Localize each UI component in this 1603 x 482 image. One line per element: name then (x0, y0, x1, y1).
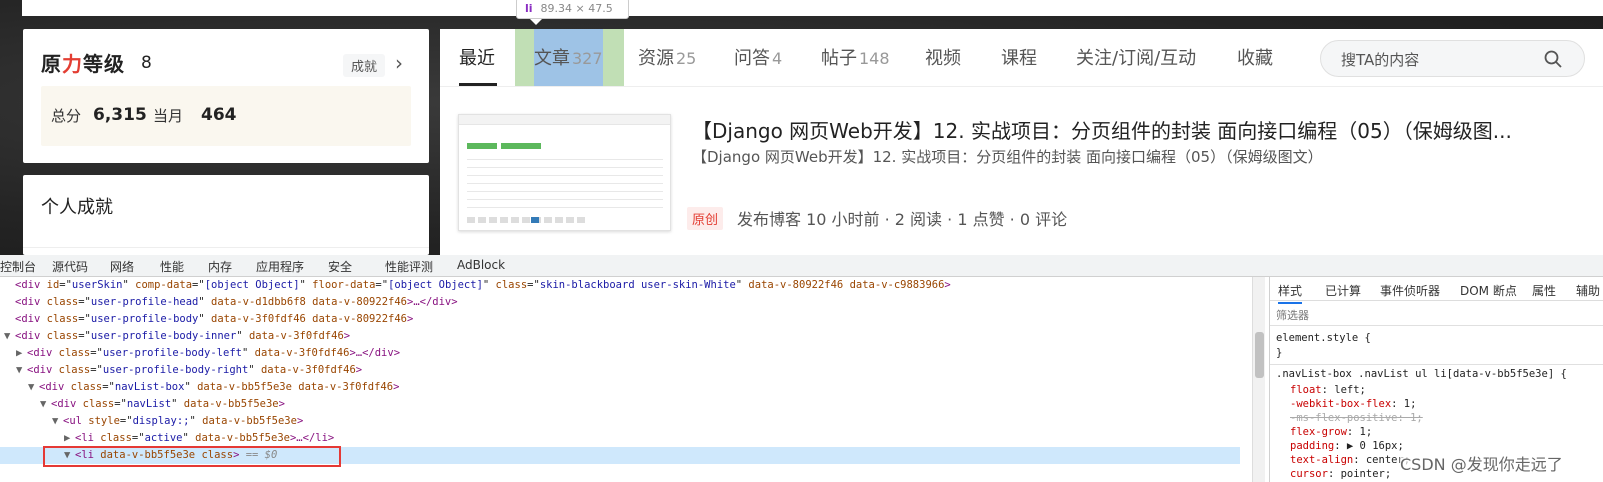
tab-properties[interactable]: 属性 (1532, 282, 1556, 299)
tab-memory[interactable]: 内存 (208, 258, 232, 275)
styles-tabs: 样式 已计算 事件侦听器 DOM 断点 属性 辅助 (1270, 277, 1603, 304)
tab-event-listeners[interactable]: 事件侦听器 (1380, 282, 1440, 299)
tooltip-tag: li (525, 2, 533, 15)
dom-node[interactable]: ▼ <div class="user-profile-body-inner" da… (0, 328, 1240, 345)
level-title: 原力等级 (41, 48, 125, 77)
active-tab-underline (459, 83, 497, 86)
tab-resources[interactable]: 资源 25 (638, 44, 696, 72)
score-box: 总分 6,315 当月 464 (41, 86, 411, 146)
tab-sources[interactable]: 源代码 (52, 258, 88, 275)
level-title-suffix: 等级 (83, 52, 125, 76)
top-bar (22, 0, 1603, 16)
collapse-triangle-icon[interactable]: ▼ (28, 379, 39, 396)
dom-node[interactable]: ▼ <div class="user-profile-body-right" da… (0, 362, 1240, 379)
tab-articles[interactable]: 文章 327 (534, 44, 603, 72)
level-number: 8 (141, 53, 152, 73)
chevron-right-icon[interactable]: › (395, 51, 403, 75)
tooltip-arrow (530, 19, 542, 25)
article-title[interactable]: 【Django 网页Web开发】12. 实战项目：分页组件的封装 面向接口编程（… (692, 115, 1597, 144)
level-title-prefix: 原 (41, 52, 62, 76)
tab-adblock[interactable]: AdBlock (457, 258, 505, 272)
css-property[interactable]: padding: ▶ 0 16px; (1290, 440, 1404, 452)
original-badge: 原创 (687, 207, 724, 230)
month-label: 当月 (153, 107, 184, 125)
tab-performance[interactable]: 性能 (160, 258, 184, 275)
collapse-triangle-icon[interactable]: ▼ (40, 396, 51, 413)
article-thumbnail[interactable] (458, 114, 671, 231)
month-value: 464 (201, 105, 237, 125)
article-subtitle: 【Django 网页Web开发】12. 实战项目：分页组件的封装 面向接口编程（… (692, 148, 1323, 166)
expand-triangle-icon[interactable]: ▶ (16, 345, 27, 362)
tab-console[interactable]: 控制台 (0, 258, 36, 275)
devtools-panel: 控制台 源代码 网络 性能 内存 应用程序 安全 性能评测 AdBlock <d… (0, 255, 1603, 482)
dom-node[interactable]: <div class="user-profile-body" data-v-3f… (0, 311, 1240, 328)
profile-content: 最近 文章 327 资源 25 问答 4 帖子 148 视频 课程 关注/订阅/互动 收… (440, 29, 1603, 255)
dom-node[interactable]: <div class="user-profile-head" data-v-d1… (0, 294, 1240, 311)
collapse-triangle-icon[interactable]: ▼ (52, 413, 63, 430)
tab-dom-breakpoints[interactable]: DOM 断点 (1460, 282, 1517, 299)
tab-accessibility[interactable]: 辅助 (1576, 282, 1600, 299)
dom-node[interactable]: <div id="userSkin" comp-data="[object Ob… (0, 277, 1240, 294)
tab-posts[interactable]: 帖子 148 (821, 44, 890, 72)
tab-application[interactable]: 应用程序 (256, 258, 304, 275)
tab-network[interactable]: 网络 (110, 258, 134, 275)
search-placeholder: 搜TA的内容 (1341, 51, 1420, 69)
element-style-rule[interactable]: element.style { (1276, 332, 1371, 344)
scrollbar-thumb[interactable] (1255, 332, 1264, 378)
tab-courses[interactable]: 课程 (1001, 44, 1037, 72)
tab-security[interactable]: 安全 (328, 258, 352, 275)
article-meta: 发布博客 10 小时前 · 2 阅读 · 1 点赞 · 0 评论 (737, 210, 1068, 229)
dom-node[interactable]: ▼ <div class="navList-box" data-v-bb5f5e3… (0, 379, 1240, 396)
divider (23, 247, 429, 248)
watermark: CSDN @发现你走远了 (1400, 451, 1563, 475)
total-label: 总分 (51, 107, 82, 125)
level-title-red: 力 (62, 52, 83, 76)
tab-styles[interactable]: 样式 (1278, 282, 1303, 304)
collapse-triangle-icon[interactable]: ▼ (16, 362, 27, 379)
tab-favorites[interactable]: 收藏 (1237, 44, 1273, 72)
css-property[interactable]: -webkit-box-flex: 1; (1290, 398, 1416, 410)
inspect-tooltip: li 89.34 × 47.5 (516, 0, 629, 19)
achievement-title: 个人成就 (41, 197, 113, 218)
tab-computed[interactable]: 已计算 (1325, 282, 1361, 299)
dom-node[interactable]: ▶ <div class="user-profile-body-left" dat… (0, 345, 1240, 362)
expand-triangle-icon[interactable]: ▶ (64, 430, 75, 447)
element-style-close: } (1276, 347, 1283, 359)
search-input[interactable]: 搜TA的内容 (1320, 40, 1585, 77)
tab-lighthouse[interactable]: 性能评测 (385, 258, 433, 275)
css-selector[interactable]: .navList-box .navList ul li[data-v-bb5f5… (1276, 368, 1567, 380)
tab-recent[interactable]: 最近 (459, 44, 495, 72)
search-icon[interactable] (1543, 49, 1563, 69)
tab-videos[interactable]: 视频 (925, 44, 961, 72)
tab-qa[interactable]: 问答 4 (734, 44, 782, 72)
css-property[interactable]: -ms-flex-positive: 1; (1290, 412, 1423, 424)
selected-node-outline (43, 446, 341, 467)
achievement-card: 个人成就 (23, 175, 429, 255)
level-card: 原力等级 8 成就 › 总分 6,315 当月 464 (23, 29, 429, 163)
tab-follow[interactable]: 关注/订阅/互动 (1076, 44, 1196, 72)
devtools-tabs: 控制台 源代码 网络 性能 内存 应用程序 安全 性能评测 AdBlock (0, 255, 1603, 277)
css-property[interactable]: text-align: center; (1290, 454, 1410, 466)
achievement-button[interactable]: 成就 (343, 54, 386, 77)
dom-node[interactable]: ▶ <li class="active" data-v-bb5f5e3e>…</l… (0, 430, 1240, 447)
css-property[interactable]: float: left; (1290, 384, 1366, 396)
tooltip-size: 89.34 × 47.5 (540, 2, 613, 15)
dom-scrollbar[interactable] (1252, 277, 1265, 482)
total-value: 6,315 (93, 105, 147, 125)
dom-node[interactable]: ▼ <div class="navList" data-v-bb5f5e3e> (0, 396, 1240, 413)
css-property[interactable]: flex-grow: 1; (1290, 426, 1372, 438)
filter-input[interactable]: 筛选器 (1276, 307, 1309, 323)
dom-node[interactable]: ▼ <ul style="display:;" data-v-bb5f5e3e> (0, 413, 1240, 430)
collapse-triangle-icon[interactable]: ▼ (4, 328, 15, 345)
nav-list: 最近 文章 327 资源 25 问答 4 帖子 148 视频 课程 关注/订阅/互动 收… (440, 29, 1603, 87)
css-property[interactable]: cursor: pointer; (1290, 468, 1391, 480)
